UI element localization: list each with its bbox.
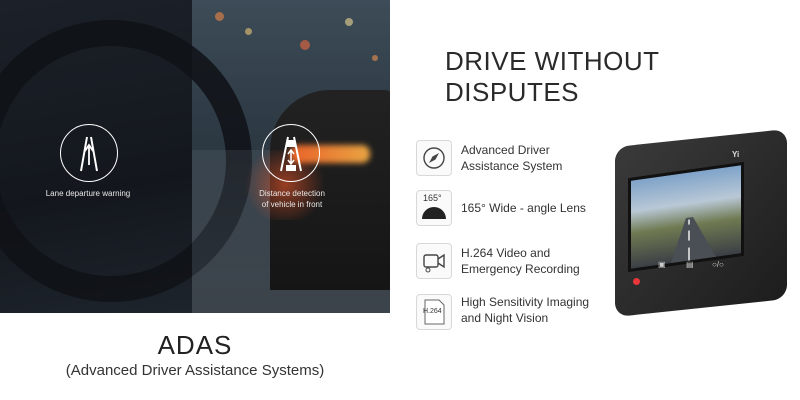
feature-line: and Night Vision <box>461 311 549 325</box>
lane-departure-label: Lane departure warning <box>45 189 131 198</box>
power-button-icon: ○/○ <box>712 260 724 269</box>
adas-title: ADAS <box>157 330 233 360</box>
bokeh-light <box>215 12 224 21</box>
headline: DRIVE WITHOUT DISPUTES <box>445 46 660 107</box>
feature-line: Emergency Recording <box>461 262 580 276</box>
bokeh-light <box>245 28 252 35</box>
distance-label-line2: of vehicle in front <box>261 200 323 209</box>
h264-label: H.264 <box>423 308 442 315</box>
video-camera-icon <box>416 243 452 279</box>
distance-detection-icon <box>262 124 320 182</box>
video-button-icon: ▣ <box>658 260 666 269</box>
feature-imaging-text: High Sensitivity Imaging and Night Visio… <box>461 294 611 326</box>
feature-video-text: H.264 Video and Emergency Recording <box>461 245 611 277</box>
bokeh-light <box>345 18 353 26</box>
camera-screen <box>628 161 744 273</box>
feature-line: 165° Wide - angle Lens <box>461 201 586 215</box>
adas-photo: Lane departure warning Distance detectio… <box>0 0 390 313</box>
adas-subtitle: (Advanced Driver Assistance Systems) <box>65 362 325 379</box>
feature-line: H.264 Video and <box>461 246 551 260</box>
brand-logo: Yi <box>732 150 740 159</box>
lane-departure-icon <box>60 124 118 182</box>
feature-lens-text: 165° Wide - angle Lens <box>461 200 611 216</box>
bokeh-light <box>372 55 378 61</box>
wide-angle-lens-icon: 165° <box>416 190 452 226</box>
compass-icon <box>416 140 452 176</box>
feature-adas-text: Advanced Driver Assistance System <box>461 142 611 174</box>
bokeh-light <box>300 40 310 50</box>
feature-line: Advanced Driver <box>461 143 550 157</box>
record-indicator <box>633 278 640 285</box>
feature-line: High Sensitivity Imaging <box>461 295 590 309</box>
feature-line: Assistance System <box>461 159 563 173</box>
h264-file-icon: H.264 <box>416 294 452 330</box>
distance-label-line1: Distance detection <box>259 189 325 198</box>
distance-detection-label: Distance detection of vehicle in front <box>240 188 344 210</box>
photo-button-icon: ▤ <box>686 260 694 269</box>
